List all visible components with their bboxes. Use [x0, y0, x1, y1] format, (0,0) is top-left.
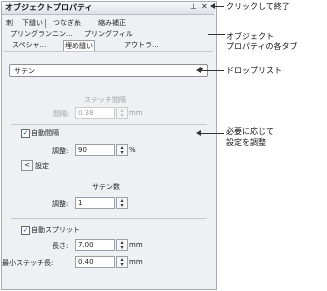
stitch-type-dropdown[interactable]: サテン ▾ [9, 64, 208, 77]
length-input[interactable]: 7.00 [75, 239, 115, 251]
callout-adjust-line1: 必要に応じて [226, 127, 274, 136]
callout-dropdown: ドロップリスト [226, 66, 282, 75]
panel-title: オブジェクトプロパティ [5, 3, 93, 12]
tab-connectors[interactable]: つなぎ糸 [52, 18, 82, 28]
length-unit: mm [129, 241, 143, 249]
satin-count-title: サテン数 [92, 183, 120, 191]
tab-fill-stitch[interactable]: 埋め縫い [63, 40, 95, 51]
settings-expand-button[interactable]: < [21, 160, 33, 171]
dropdown-value: サテン [14, 67, 35, 75]
adjust-unit: % [129, 146, 136, 154]
auto-spacing-checkbox[interactable]: ✓ [21, 129, 30, 138]
callout-line-adjust [201, 133, 224, 134]
satin-adjust-input[interactable]: 1 [75, 197, 115, 209]
callout-close: クリックして終了 [226, 2, 290, 11]
auto-split-checkbox[interactable]: ✓ [21, 226, 30, 235]
callout-line-dropdown [201, 70, 224, 71]
tab-underlay[interactable]: 下縫い [21, 18, 44, 28]
satin-adjust-label: 調整: [52, 200, 69, 208]
auto-spacing-label: 自動間隔 [31, 129, 59, 137]
min-stitch-input[interactable]: 0.40 [75, 256, 115, 268]
section-divider [11, 124, 207, 125]
tab-fill-icon-label[interactable]: 刺 [5, 18, 14, 28]
adjust-input[interactable]: 90 [75, 144, 115, 156]
auto-split-label: 自動スプリット [31, 226, 80, 234]
tab-row-3: スペシャ... 埋め縫い アウトラ... [5, 40, 213, 51]
close-icon[interactable]: ✕ [201, 2, 208, 11]
spacing-stepper[interactable]: ▴ ▾ [116, 107, 128, 119]
settings-label[interactable]: 設定 [35, 161, 49, 171]
satin-adjust-stepper[interactable]: ▴ ▾ [116, 197, 128, 209]
pin-icon[interactable]: ⊥ [190, 2, 197, 11]
min-stitch-unit: mm [129, 258, 143, 266]
spacing-input[interactable]: 0.38 [75, 107, 115, 119]
tab-separator [45, 19, 46, 28]
callout-line-close [214, 6, 224, 7]
callout-line-tabs [215, 34, 225, 35]
section-divider-2 [11, 218, 207, 219]
tab-outline[interactable]: アウトラ... [123, 40, 160, 50]
tab-pull-compensation[interactable]: 縮み補正 [97, 18, 127, 28]
adjust-stepper[interactable]: ▴ ▾ [116, 144, 128, 156]
spacing-unit: mm [129, 109, 143, 117]
min-stitch-label: 最小ステッチ長: [2, 259, 54, 267]
length-label: 長さ: [52, 242, 69, 250]
min-stitch-stepper[interactable]: ▴ ▾ [116, 256, 128, 268]
tab-divider [3, 51, 213, 52]
tab-row-1: 刺 下縫い つなぎ糸 縮み補正 [5, 18, 213, 29]
tab-row-2: プリングランニン... プリングフィル [5, 29, 213, 40]
tab-pull-fill[interactable]: プリングフィル [83, 29, 134, 39]
stitch-spacing-section-title: ステッチ間隔 [84, 96, 126, 104]
callout-tabs-line2: プロパティの各タブ [226, 42, 298, 51]
adjust-label: 調整: [52, 147, 69, 155]
length-stepper[interactable]: ▴ ▾ [116, 239, 128, 251]
tab-pull-running[interactable]: プリングランニン... [9, 29, 74, 39]
tab-special[interactable]: スペシャ... [11, 40, 47, 50]
spacing-label: 間隔: [53, 110, 70, 118]
callout-line-tabs-2 [208, 34, 215, 35]
callout-adjust-line2: 設定を調整 [226, 138, 266, 147]
